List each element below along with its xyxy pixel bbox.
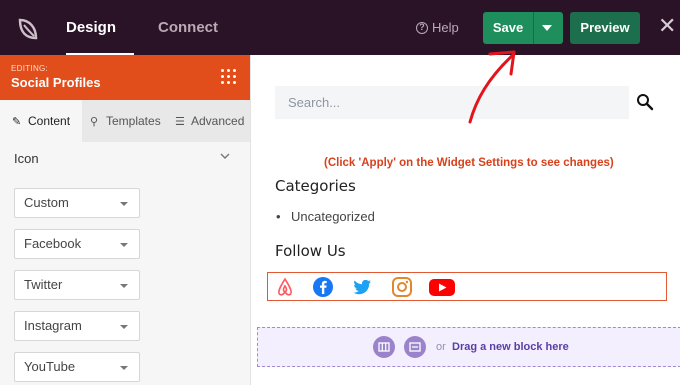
pencil-icon: ✎ xyxy=(12,116,22,128)
dropdown-value: YouTube xyxy=(24,359,76,374)
help-icon: ? xyxy=(416,21,428,34)
chevron-down-icon xyxy=(120,284,128,288)
close-icon[interactable]: ✕ xyxy=(658,15,678,37)
help-label: Help xyxy=(432,20,459,35)
section-icon[interactable] xyxy=(404,336,426,358)
chevron-down-icon[interactable] xyxy=(220,151,230,161)
search-icon[interactable] xyxy=(635,92,655,112)
tab-content[interactable]: ✎ Content xyxy=(0,100,82,142)
help-link[interactable]: ? Help xyxy=(416,20,459,35)
icon-dropdown-instagram[interactable]: Instagram xyxy=(14,311,140,341)
annotation-arrow xyxy=(468,50,516,124)
twitter-icon[interactable] xyxy=(351,276,373,298)
icon-dropdown-custom[interactable]: Custom xyxy=(14,188,140,218)
icon-dropdown-facebook[interactable]: Facebook xyxy=(14,229,140,259)
preview-button[interactable]: Preview xyxy=(570,12,640,44)
airbnb-icon[interactable] xyxy=(274,276,296,298)
tab-advanced[interactable]: ☰ Advanced xyxy=(175,100,244,142)
categories-heading: Categories xyxy=(275,177,356,195)
chevron-down-icon xyxy=(120,325,128,329)
tab-advanced-label: Advanced xyxy=(191,114,245,128)
dropdown-value: Instagram xyxy=(24,318,82,333)
category-label: Uncategorized xyxy=(291,209,375,224)
instagram-icon[interactable] xyxy=(391,276,413,298)
editing-title: Social Profiles xyxy=(11,75,101,90)
sliders-icon: ☰ xyxy=(175,116,185,128)
chevron-down-icon xyxy=(120,243,128,247)
dropdown-value: Twitter xyxy=(24,277,63,292)
drop-zone[interactable]: or Drag a new block here xyxy=(257,327,680,367)
panel-tabs: ✎ Content ⚲ Templates ☰ Advanced xyxy=(0,100,250,142)
top-bar: Design Connect ? Help Save Preview ✕ xyxy=(0,0,680,55)
tab-templates-label: Templates xyxy=(106,114,161,128)
tab-design[interactable]: Design xyxy=(66,0,134,55)
youtube-icon[interactable] xyxy=(428,276,456,298)
drag-block-label: Drag a new block here xyxy=(452,341,569,353)
grip-dots-icon[interactable] xyxy=(221,69,237,85)
chevron-down-icon xyxy=(120,366,128,370)
social-profiles-block[interactable] xyxy=(267,272,667,301)
tab-content-label: Content xyxy=(28,114,71,128)
settings-panel: EDITING: Social Profiles ✎ Content ⚲ Templ… xyxy=(0,55,250,385)
category-item[interactable]: Uncategorized xyxy=(276,209,375,224)
icon-dropdown-twitter[interactable]: Twitter xyxy=(14,270,140,300)
brush-icon: ⚲ xyxy=(90,116,99,128)
tab-connect[interactable]: Connect xyxy=(158,0,218,55)
search-input[interactable]: Search... xyxy=(275,86,629,119)
editing-label: EDITING: xyxy=(11,64,49,73)
icon-dropdown-youtube[interactable]: YouTube xyxy=(14,352,140,382)
facebook-icon[interactable] xyxy=(312,276,334,298)
seedprod-logo-icon[interactable] xyxy=(12,12,44,44)
section-title[interactable]: Icon xyxy=(14,151,39,166)
editing-header: EDITING: Social Profiles xyxy=(0,55,250,100)
chevron-down-icon[interactable] xyxy=(542,25,552,31)
dropdown-value: Custom xyxy=(24,195,69,210)
apply-notice: (Click 'Apply' on the Widget Settings to… xyxy=(324,157,614,169)
dropdown-value: Facebook xyxy=(24,236,82,251)
columns-icon[interactable] xyxy=(373,336,395,358)
chevron-down-icon xyxy=(120,202,128,206)
drop-or-label: or xyxy=(436,341,446,353)
tab-templates[interactable]: ⚲ Templates xyxy=(90,100,161,142)
follow-heading: Follow Us xyxy=(275,242,346,260)
